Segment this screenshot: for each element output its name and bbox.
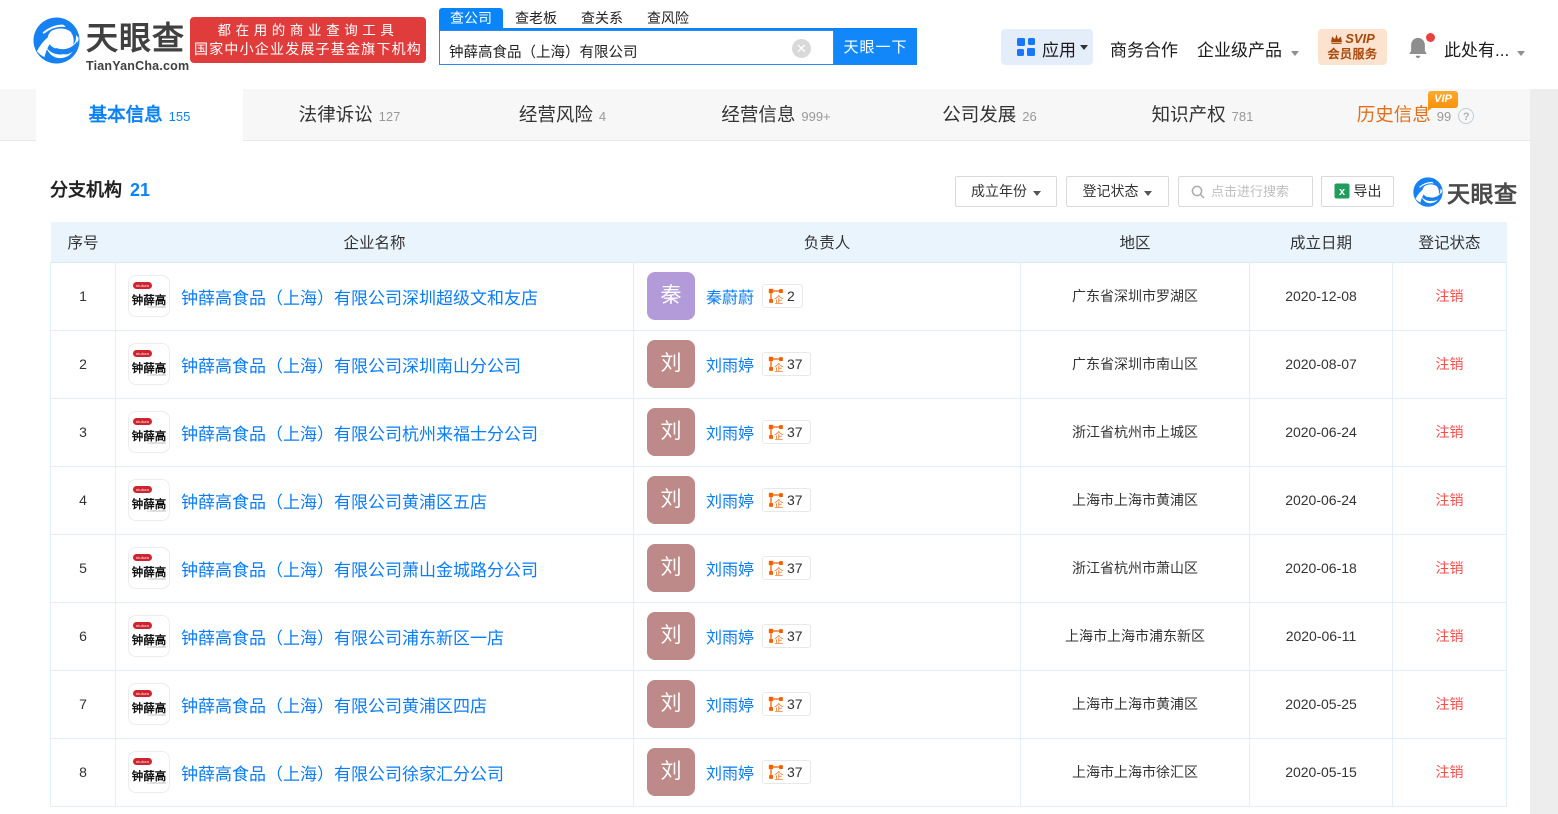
svg-text:企: 企 [774, 770, 783, 780]
svg-text:x: x [1338, 186, 1345, 198]
svg-text:企: 企 [774, 566, 783, 576]
svg-text:企: 企 [774, 430, 783, 440]
svg-text:企: 企 [774, 634, 783, 644]
svg-text:企: 企 [774, 702, 783, 712]
svg-text:企: 企 [774, 498, 783, 508]
svg-text:企: 企 [774, 362, 783, 372]
svg-text:企: 企 [774, 294, 783, 304]
